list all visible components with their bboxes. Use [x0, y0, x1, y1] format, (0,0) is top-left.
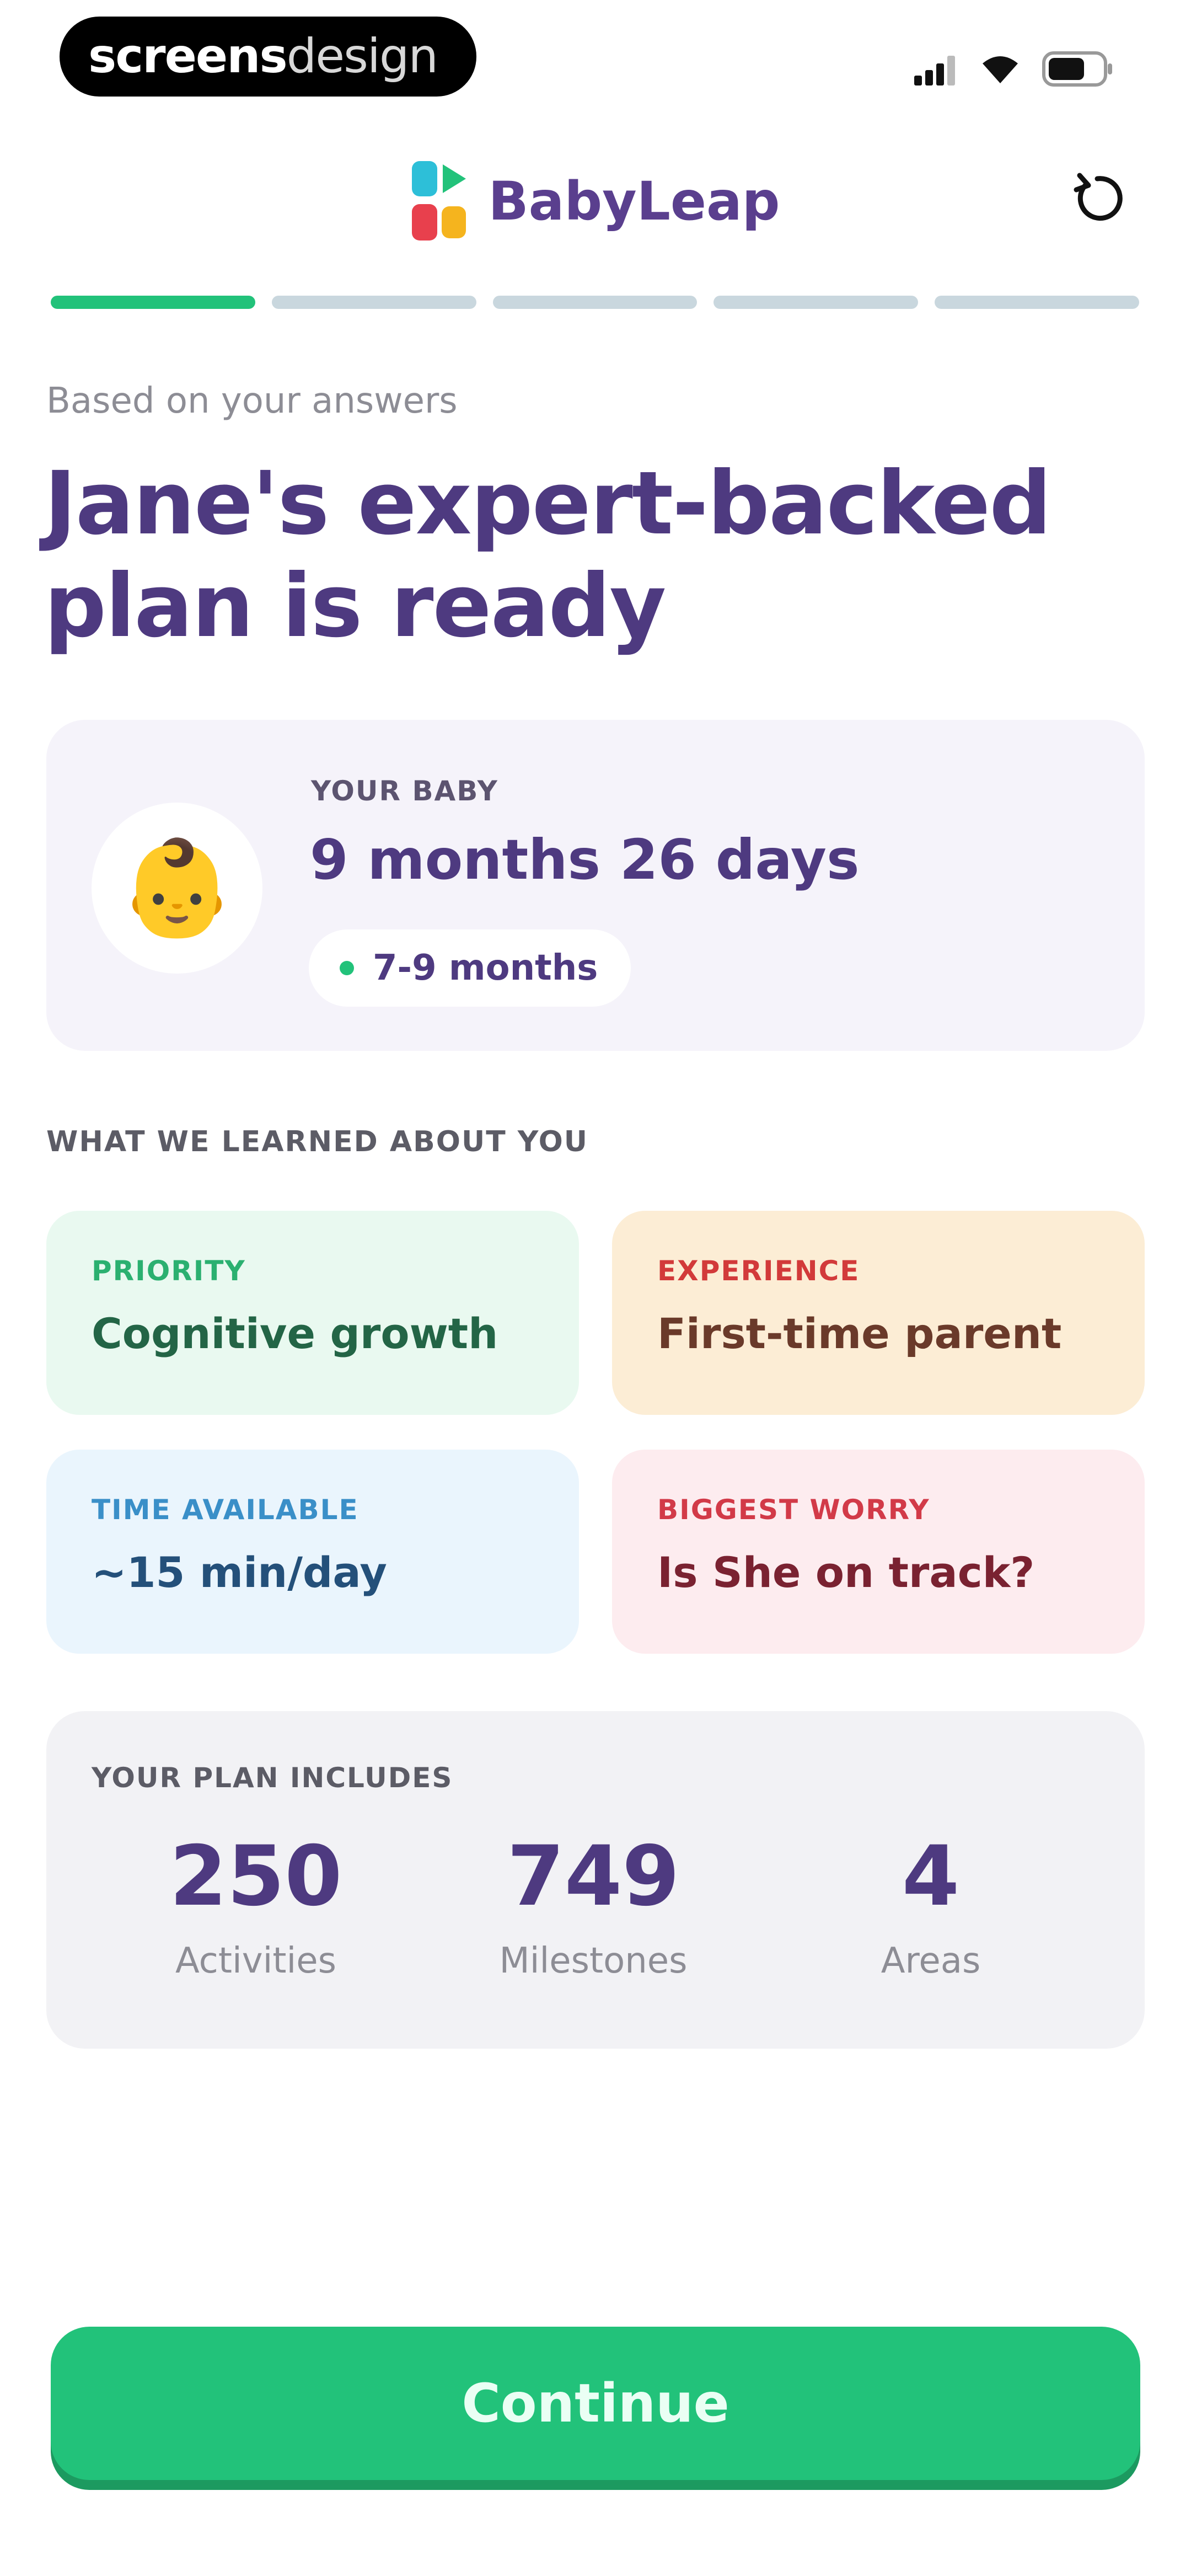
stat-caption: Activities: [175, 1941, 336, 1981]
progress-segment: [713, 296, 919, 309]
baby-card: 👶 YOUR BABY 9 months 26 days 7-9 months: [46, 720, 1145, 1051]
status-dot-icon: [340, 961, 354, 975]
watermark-thin: design: [286, 29, 438, 84]
baby-avatar: 👶: [92, 803, 262, 974]
stat-value: 749: [507, 1829, 680, 1925]
biggest-worry-card: BIGGEST WORRY Is She on track?: [612, 1450, 1145, 1654]
stat-areas: 4 Areas: [820, 1821, 1041, 1981]
page-title: Jane's expert-backed plan is ready: [44, 453, 1051, 657]
plan-label: YOUR PLAN INCLUDES: [92, 1762, 453, 1794]
progress-segment: [271, 296, 476, 309]
watermark-bold: screens: [88, 29, 288, 84]
experience-label: EXPERIENCE: [657, 1255, 860, 1287]
screensdesign-watermark: screensdesign: [60, 17, 476, 97]
priority-label: PRIORITY: [92, 1255, 246, 1287]
time-available-label: TIME AVAILABLE: [92, 1494, 359, 1526]
stat-value: 4: [902, 1829, 960, 1925]
stat-caption: Milestones: [499, 1941, 688, 1981]
app-header: BabyLeap: [0, 154, 1191, 248]
progress-segment: [51, 296, 255, 309]
brand-name: BabyLeap: [488, 170, 780, 232]
stat-value: 250: [169, 1829, 342, 1925]
biggest-worry-value: Is She on track?: [657, 1548, 1035, 1597]
learned-section-label: WHAT WE LEARNED ABOUT YOU: [46, 1125, 589, 1158]
status-icons: [914, 50, 1114, 88]
time-available-card: TIME AVAILABLE ~15 min/day: [46, 1450, 579, 1654]
babyleap-logo-icon: [412, 161, 466, 241]
wifi-icon: [983, 56, 1018, 83]
progress-segment: [492, 296, 698, 309]
restart-icon[interactable]: [1070, 171, 1125, 226]
priority-card: PRIORITY Cognitive growth: [46, 1211, 579, 1415]
experience-card: EXPERIENCE First-time parent: [612, 1211, 1145, 1415]
plan-summary-card: YOUR PLAN INCLUDES 250 Activities 749 Mi…: [46, 1711, 1145, 2049]
subtitle: Based on your answers: [46, 381, 458, 421]
brand: BabyLeap: [0, 160, 1191, 243]
baby-age: 9 months 26 days: [310, 827, 860, 892]
time-available-value: ~15 min/day: [92, 1548, 387, 1597]
progress-bar: [51, 296, 1139, 309]
priority-value: Cognitive growth: [92, 1309, 498, 1358]
biggest-worry-label: BIGGEST WORRY: [657, 1494, 930, 1526]
age-range-badge: 7-9 months: [309, 929, 631, 1007]
signal-icon: [914, 56, 955, 85]
progress-segment: [935, 296, 1139, 309]
age-range-label: 7-9 months: [373, 948, 598, 988]
battery-icon: [1042, 51, 1112, 87]
screen: screensdesign BabyLeap Based on your ans…: [0, 0, 1191, 2576]
stat-caption: Areas: [881, 1941, 981, 1981]
experience-value: First-time parent: [657, 1309, 1062, 1358]
continue-button[interactable]: Continue: [51, 2327, 1140, 2480]
baby-label: YOUR BABY: [311, 775, 498, 807]
stat-milestones: 749 Milestones: [483, 1821, 704, 1981]
stat-activities: 250 Activities: [146, 1821, 366, 1981]
